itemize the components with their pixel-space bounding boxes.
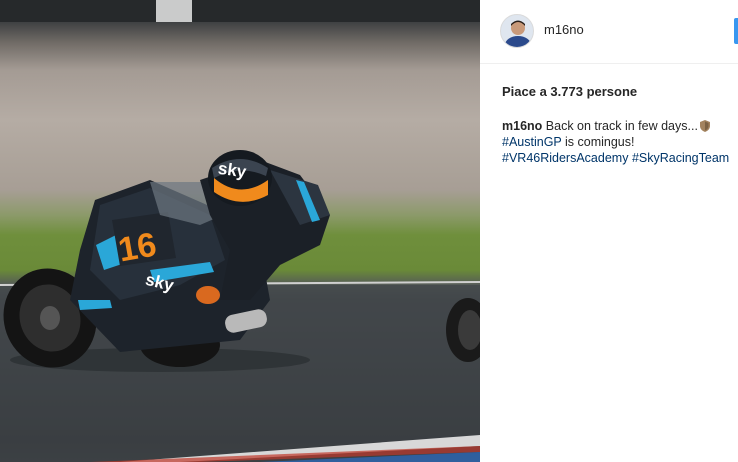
avatar[interactable] bbox=[500, 14, 534, 48]
post-photo[interactable]: sky 16 sky bbox=[0, 0, 480, 462]
post-caption: m16no Back on track in few days... #Aust… bbox=[502, 118, 734, 166]
post-header: m16no bbox=[480, 0, 738, 64]
hashtag-link[interactable]: #SkyRacingTeam bbox=[632, 151, 729, 165]
hashtag-link[interactable]: #VR46RidersAcademy bbox=[502, 151, 628, 165]
caption-text: is comingus! bbox=[561, 135, 635, 149]
caption-author-link[interactable]: m16no bbox=[502, 119, 542, 133]
helmet-sponsor-text: sky bbox=[217, 159, 248, 182]
rider-number: 16 bbox=[115, 226, 159, 270]
post-sidebar: m16no Piace a 3.773 persone m16no Back o… bbox=[480, 0, 738, 462]
follow-button[interactable] bbox=[734, 18, 738, 44]
hashtag-link[interactable]: #AustinGP bbox=[502, 135, 562, 149]
avatar-image bbox=[501, 15, 533, 47]
caption-text: Back on track in few days... bbox=[545, 119, 698, 133]
likes-count[interactable]: Piace a 3.773 persone bbox=[502, 84, 637, 99]
username-link[interactable]: m16no bbox=[544, 22, 584, 37]
motorbike-photo: sky 16 sky bbox=[0, 0, 480, 462]
shield-icon bbox=[699, 120, 710, 132]
